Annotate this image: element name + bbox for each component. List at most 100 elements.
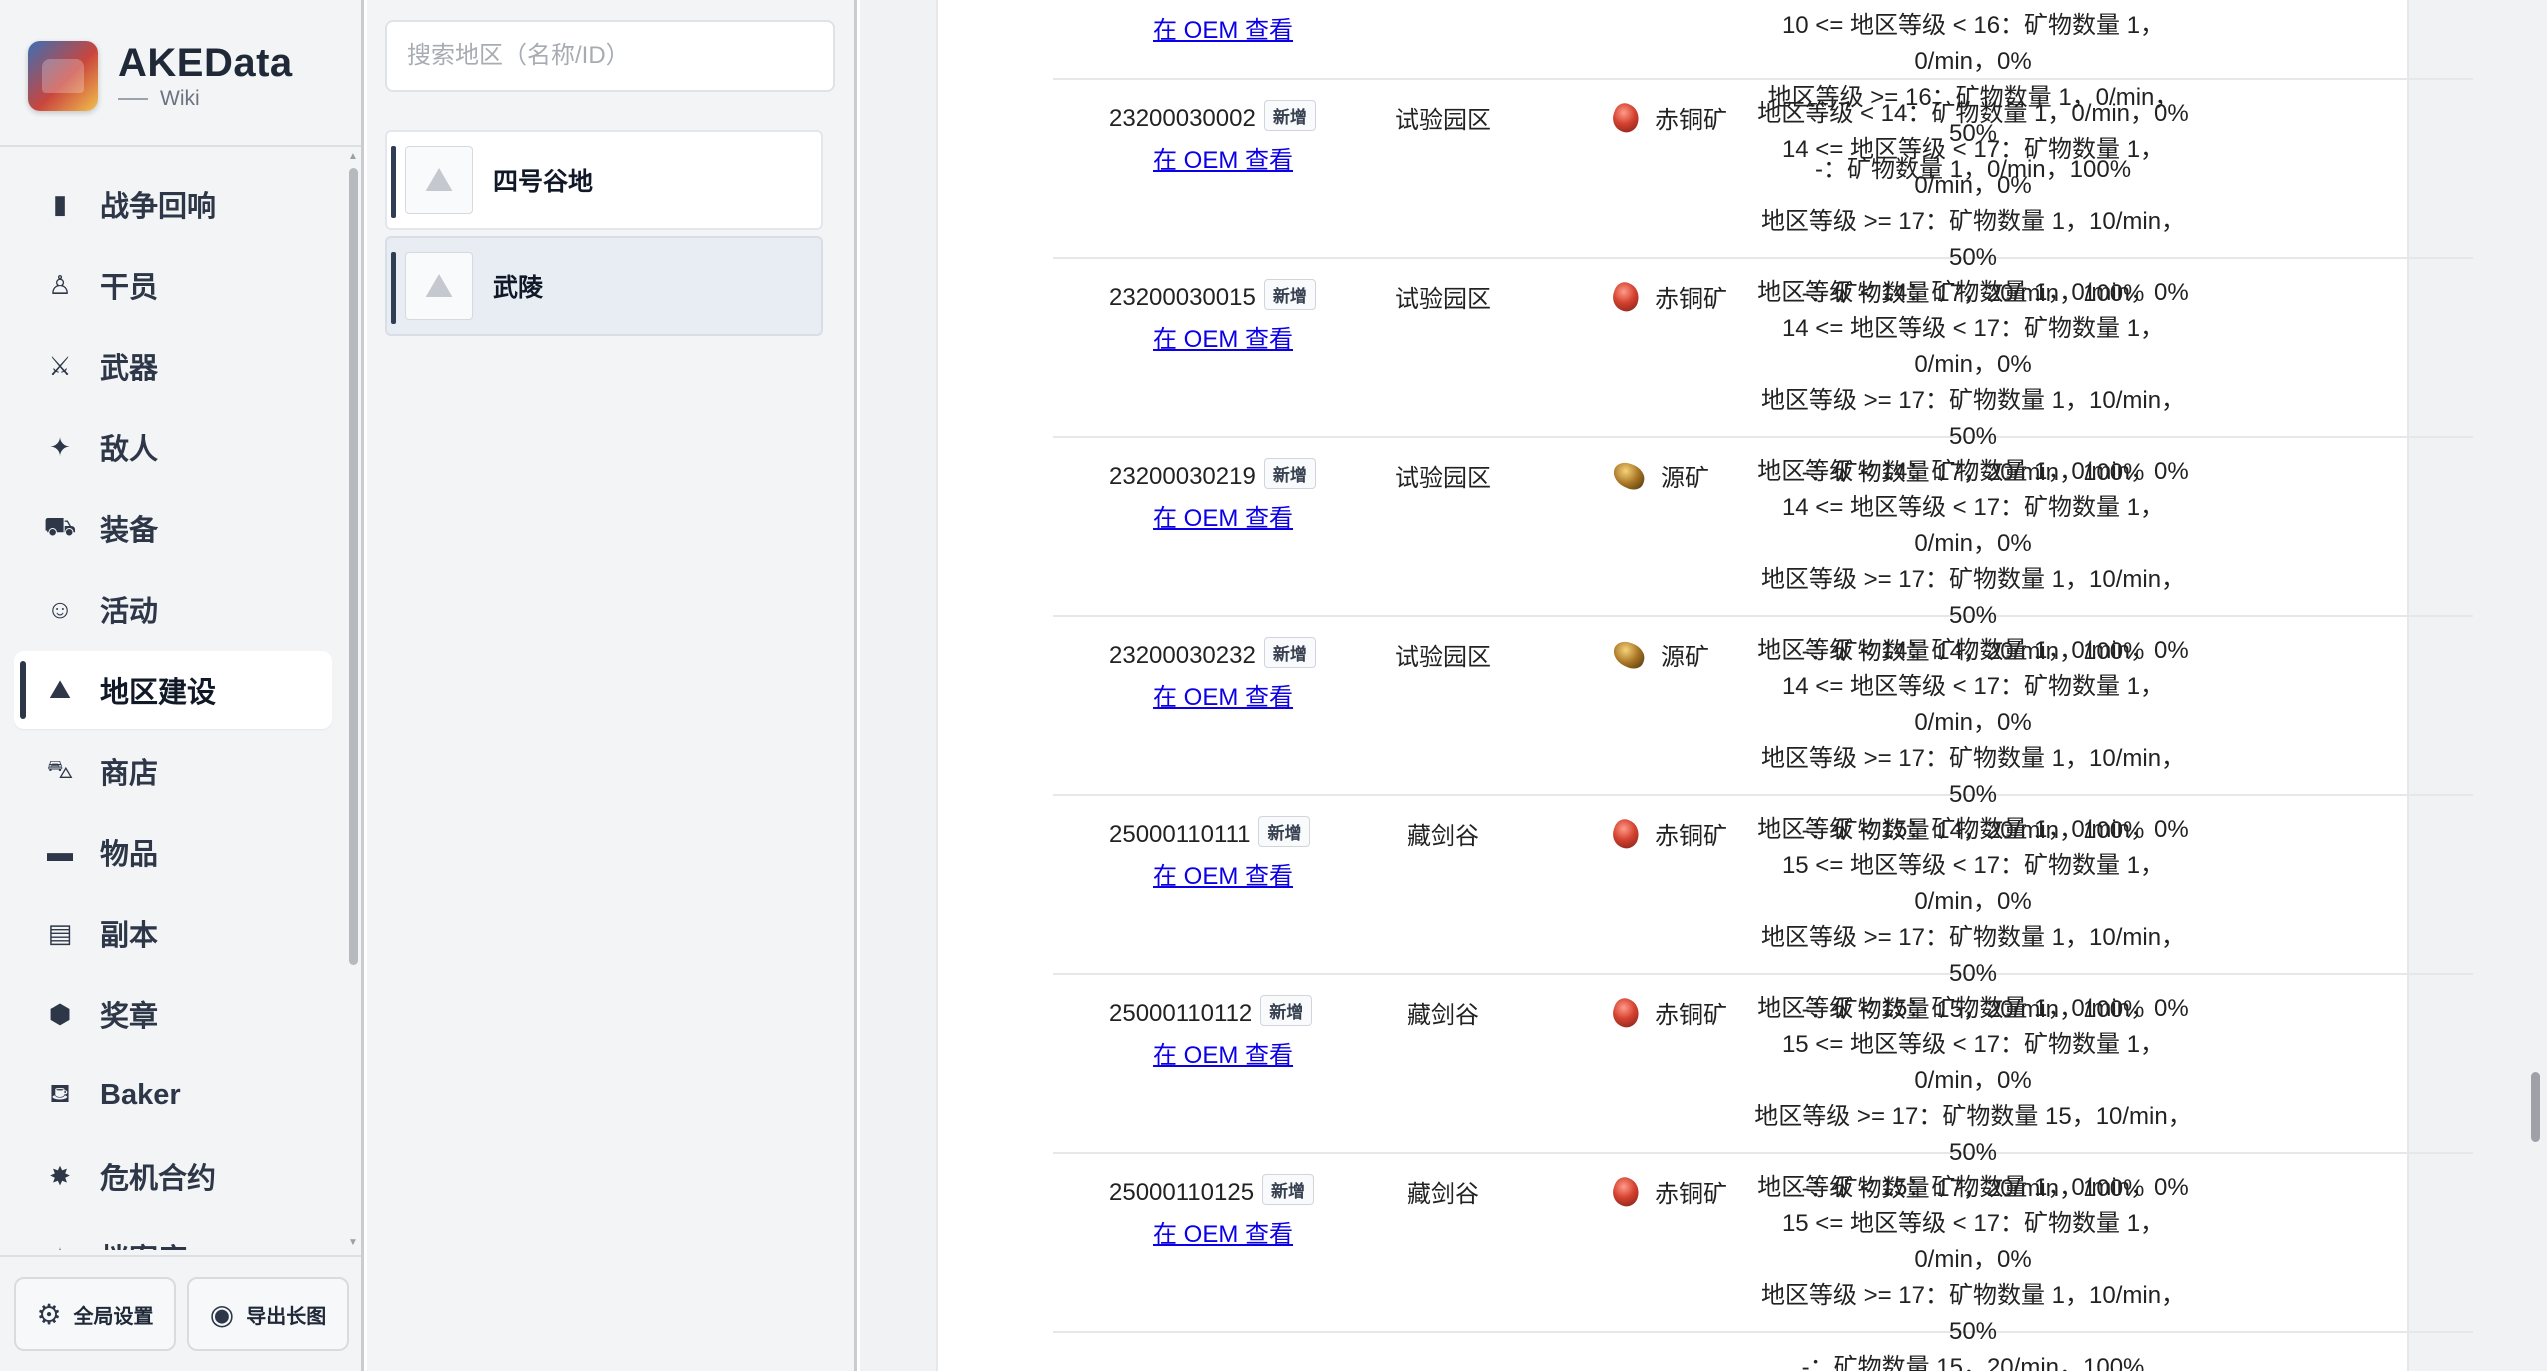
sidebar-item[interactable]: ⛰ 地区建设 bbox=[14, 651, 332, 729]
sidebar-item[interactable]: ✸ 危机合约 bbox=[14, 1137, 332, 1215]
mineral-cell: 赤铜矿 bbox=[1608, 1173, 1727, 1210]
mineral-name: 源矿 bbox=[1661, 644, 1709, 671]
sidebar-item[interactable]: ▬ 物品 bbox=[14, 813, 332, 891]
archive-icon: ✧ bbox=[44, 1241, 76, 1251]
rule-line: 地区等级 < 15：矿物数量 1，0/min，0% bbox=[1757, 995, 2189, 1022]
mineral-id: 23200030002 bbox=[1109, 105, 1256, 132]
mineral-id: 23200030015 bbox=[1109, 284, 1256, 311]
sidebar-item[interactable]: ✦ 敌人 bbox=[14, 408, 332, 486]
region-icon: ⛰ bbox=[49, 674, 71, 704]
area-cell: 试验园区 bbox=[1395, 107, 1491, 134]
camera-icon: ◉ bbox=[209, 1298, 235, 1330]
mineral-id: 25000110112 bbox=[1109, 1000, 1253, 1027]
mineral-id-cell: 25000110125 新增 bbox=[1109, 1174, 1315, 1207]
view-in-oem-link[interactable]: 在 OEM 查看 bbox=[1153, 677, 1293, 712]
scroll-up-icon[interactable]: ▲ bbox=[346, 150, 360, 164]
table-row: 25000110112 新增在 OEM 查看 藏剑谷 赤铜矿 地区等级 < 15：矿物数… bbox=[1053, 975, 2473, 1202]
sidebar-item-label: 奖章 bbox=[100, 1001, 159, 1033]
main-content: 在 OEM 查看 10 <= 地区等级 < 16：矿物数量 1，0/min，0% 地… bbox=[860, 0, 2547, 1371]
sidebar-item[interactable]: ⬢ 奖章 bbox=[14, 975, 332, 1053]
rule-line: 15 <= 地区等级 < 17：矿物数量 1，0/min，0% bbox=[1781, 852, 2165, 915]
view-in-oem-link[interactable]: 在 OEM 查看 bbox=[1153, 319, 1293, 354]
view-in-oem-link[interactable]: 在 OEM 查看 bbox=[1153, 1214, 1293, 1249]
brand-dash bbox=[118, 98, 148, 100]
view-in-oem-link[interactable]: 在 OEM 查看 bbox=[1153, 10, 1293, 45]
view-in-oem-link[interactable]: 在 OEM 查看 bbox=[1153, 140, 1293, 175]
page-scrollbar[interactable] bbox=[2525, 0, 2547, 1371]
new-badge: 新增 bbox=[1263, 279, 1316, 310]
medal-icon: ⬢ bbox=[48, 998, 72, 1029]
sidebar-item[interactable]: ▤ 副本 bbox=[14, 894, 332, 972]
export-image-button[interactable]: ◉ 导出长图 bbox=[187, 1277, 349, 1351]
mineral-id-cell: 23200030015 新增 bbox=[1109, 279, 1316, 312]
sidebar-item-label: 物品 bbox=[100, 839, 159, 871]
rule-line: 地区等级 < 14：矿物数量 1，0/min，0% bbox=[1757, 637, 2189, 664]
region-thumbnail-icon: ⛰ bbox=[405, 252, 473, 320]
copper-ore-icon bbox=[1608, 815, 1644, 852]
region-item[interactable]: ⛰ 四号谷地 bbox=[385, 130, 823, 230]
operator-icon: ♙ bbox=[48, 269, 72, 300]
mineral-cell: 赤铜矿 bbox=[1608, 278, 1727, 315]
sidebar-item[interactable]: ⛟ 装备 bbox=[14, 489, 332, 567]
sidebar-item[interactable]: ⚔ 武器 bbox=[14, 327, 332, 405]
mineral-table: 在 OEM 查看 10 <= 地区等级 < 16：矿物数量 1，0/min，0% 地… bbox=[1053, 0, 2473, 1371]
sidebar: AKEData Wiki ▮ 战争回响 ♙ 干员 ⚔ 武器 ✦ 敌人 ⛟ 装备 ☺ 活动 ⛰ 地区建设 ⛍ 商… bbox=[0, 0, 364, 1371]
sidebar-item-label: 档案库 bbox=[100, 1236, 187, 1250]
rule-line: 14 <= 地区等级 < 17：矿物数量 1，0/min，0% bbox=[1781, 136, 2165, 199]
region-list-panel: ⛰ 四号谷地 ⛰ 武陵 bbox=[367, 0, 857, 1371]
sidebar-item[interactable]: ▮ 战争回响 bbox=[14, 165, 332, 243]
sidebar-item[interactable]: ☺ 活动 bbox=[14, 570, 332, 648]
sidebar-item[interactable]: ♙ 干员 bbox=[14, 246, 332, 324]
sidebar-item[interactable]: ✧ 档案库 bbox=[14, 1218, 332, 1251]
table-row: 23200030232 新增在 OEM 查看 试验园区 源矿 地区等级 < 14：矿物数… bbox=[1053, 617, 2473, 844]
sidebar-item[interactable]: ⛍ 商店 bbox=[14, 732, 332, 810]
mineral-cell: 赤铜矿 bbox=[1608, 994, 1727, 1031]
region-name: 武陵 bbox=[493, 274, 544, 302]
region-item[interactable]: ⛰ 武陵 bbox=[385, 236, 823, 336]
rule-line: 地区等级 < 14：矿物数量 1，0/min，0% bbox=[1757, 279, 2189, 306]
sidebar-nav: ▮ 战争回响 ♙ 干员 ⚔ 武器 ✦ 敌人 ⛟ 装备 ☺ 活动 ⛰ 地区建设 ⛍ 商店 ▬ 物品 ▤ 副本 ⬢ 奖章 ⛾ Ba… bbox=[14, 165, 332, 1250]
mineral-id-cell: 25000110112 新增 bbox=[1109, 995, 1313, 1028]
sword-icon: ⚔ bbox=[48, 350, 72, 381]
view-in-oem-link[interactable]: 在 OEM 查看 bbox=[1153, 498, 1293, 533]
region-thumbnail-icon: ⛰ bbox=[405, 146, 473, 214]
sidebar-scroll-thumb[interactable] bbox=[349, 168, 358, 965]
shop-icon: ⛍ bbox=[46, 753, 74, 784]
sidebar-scrollbar[interactable]: ▲ ▼ bbox=[346, 150, 360, 1250]
new-badge: 新增 bbox=[1262, 1174, 1315, 1205]
equipment-icon: ⛟ bbox=[43, 510, 77, 541]
global-settings-button[interactable]: ⚙ 全局设置 bbox=[14, 1277, 176, 1351]
scroll-down-icon[interactable]: ▼ bbox=[346, 1236, 360, 1250]
view-in-oem-link[interactable]: 在 OEM 查看 bbox=[1153, 856, 1293, 891]
mineral-id-cell: 23200030002 新增 bbox=[1109, 100, 1316, 133]
new-badge: 新增 bbox=[1263, 100, 1316, 131]
new-badge: 新增 bbox=[1263, 637, 1316, 668]
sidebar-item-label: 地区建设 bbox=[100, 677, 217, 709]
sidebar-item-label: 装备 bbox=[100, 515, 159, 547]
rule-line: 14 <= 地区等级 < 17：矿物数量 1，0/min，0% bbox=[1781, 673, 2165, 736]
page-scroll-thumb[interactable] bbox=[2531, 1072, 2540, 1142]
sidebar-item-label: 活动 bbox=[100, 596, 159, 628]
dungeon-icon: ▤ bbox=[47, 917, 73, 948]
table-row: 23200030219 新增在 OEM 查看 试验园区 源矿 地区等级 < 14：矿物数… bbox=[1053, 438, 2473, 665]
new-badge: 新增 bbox=[1263, 458, 1316, 489]
rule-line: 地区等级 >= 17：矿物数量 1，10/min，50% bbox=[1760, 1282, 2186, 1345]
crisis-icon: ✸ bbox=[49, 1160, 71, 1191]
sidebar-item[interactable]: ⛾ Baker bbox=[14, 1056, 332, 1134]
view-in-oem-link[interactable]: 在 OEM 查看 bbox=[1153, 1035, 1293, 1070]
mineral-id: 23200030232 bbox=[1109, 642, 1256, 669]
copper-ore-icon bbox=[1608, 278, 1644, 315]
brand[interactable]: AKEData Wiki bbox=[28, 36, 293, 116]
area-cell: 藏剑谷 bbox=[1407, 1181, 1479, 1208]
brand-title: AKEData bbox=[118, 41, 293, 85]
copper-ore-icon bbox=[1608, 994, 1644, 1031]
mineral-name: 赤铜矿 bbox=[1655, 823, 1727, 850]
region-search-input[interactable] bbox=[385, 20, 835, 92]
content-card: 在 OEM 查看 10 <= 地区等级 < 16：矿物数量 1，0/min，0% 地… bbox=[936, 0, 2473, 1371]
app-logo bbox=[28, 41, 98, 111]
sidebar-item-label: 副本 bbox=[100, 920, 159, 952]
rules-cell: 地区等级 < 15：矿物数量 1，0/min，0% 15 <= 地区等级 < 17… bbox=[1753, 1170, 2193, 1371]
sidebar-footer: ⚙ 全局设置 ◉ 导出长图 bbox=[0, 1255, 361, 1371]
rule-line: 14 <= 地区等级 < 17：矿物数量 1，0/min，0% bbox=[1781, 494, 2165, 557]
mineral-id-cell: 25000110111 新增 bbox=[1109, 816, 1311, 849]
